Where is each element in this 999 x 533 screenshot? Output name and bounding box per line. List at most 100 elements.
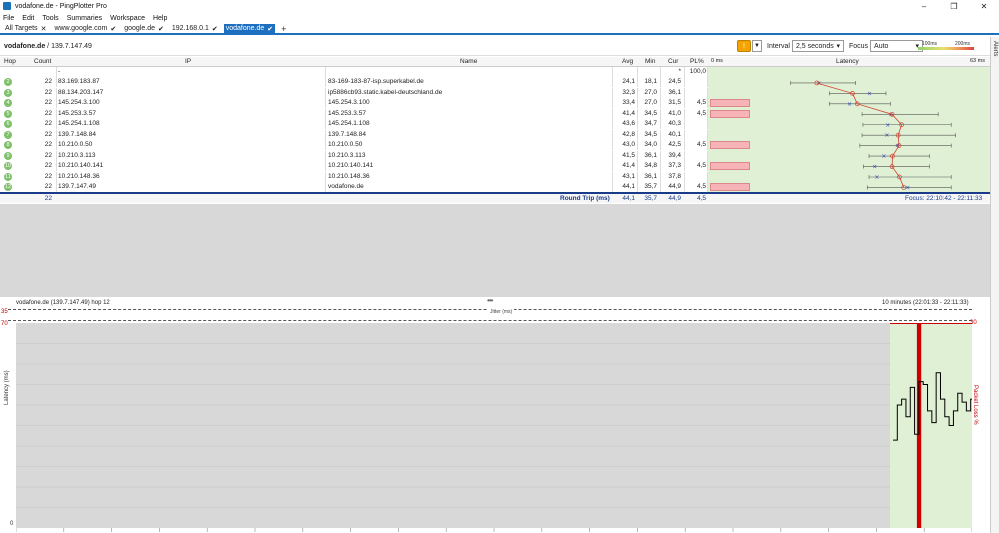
add-tab-button[interactable]: +	[281, 24, 286, 34]
menu-tools[interactable]: Tools	[42, 15, 58, 22]
column-divider	[56, 77, 57, 88]
column-divider	[637, 119, 638, 130]
menu-workspace[interactable]: Workspace	[110, 15, 145, 22]
hop-number: 11	[4, 172, 22, 181]
column-divider	[56, 67, 57, 77]
column-divider	[637, 140, 638, 151]
packet-loss-axis-title: Packet Loss %	[972, 385, 978, 425]
hop-number: 4	[4, 99, 22, 108]
column-divider	[56, 171, 57, 182]
latency-plot: ×××××××××××	[790, 80, 956, 191]
column-divider	[612, 77, 613, 88]
hop-ip: -	[58, 68, 61, 75]
column-divider	[660, 67, 661, 77]
menu-summaries[interactable]: Summaries	[67, 15, 102, 22]
column-divider	[660, 119, 661, 130]
column-divider	[325, 161, 326, 172]
pause-icon: !	[743, 42, 745, 50]
tab-label: google.de	[124, 25, 155, 32]
focus-select[interactable]: Auto▾	[870, 40, 924, 52]
column-divider	[684, 77, 685, 88]
hop-badge: 5	[4, 109, 12, 118]
table-header: Hop Count IP Name Avg Min Cur PL% 0 ms L…	[0, 57, 990, 67]
col-min[interactable]: Min	[645, 58, 655, 65]
close-button[interactable]: ✕	[969, 0, 999, 12]
hop-min: 27,0	[644, 88, 657, 96]
hop-avg: 43,6	[622, 120, 635, 128]
target-ip: / 139.7.147.49	[45, 42, 92, 50]
hop-cur: 24,5	[668, 78, 681, 86]
chevron-down-icon[interactable]: ▼	[752, 40, 762, 52]
summary-pl: 4,5	[696, 195, 706, 202]
focus-region	[890, 323, 972, 528]
column-divider	[325, 77, 326, 88]
column-divider	[637, 77, 638, 88]
hop-ip: 83.169.183.87	[58, 78, 100, 86]
summary-avg: 44,1	[622, 195, 635, 202]
column-divider	[660, 181, 661, 192]
hop-packet-loss: 4,5	[696, 99, 706, 107]
column-divider	[637, 67, 638, 77]
column-divider	[325, 140, 326, 151]
col-pl[interactable]: PL%	[690, 58, 704, 65]
hop-min: 35,7	[644, 182, 657, 190]
column-divider	[612, 171, 613, 182]
menu-edit[interactable]: Edit	[22, 15, 34, 22]
tab-google-de[interactable]: google.de ✔	[122, 24, 166, 34]
hop-number: 6	[4, 120, 22, 129]
interval-select[interactable]: 2,5 seconds ▾	[791, 40, 844, 52]
hop-count: 22	[44, 162, 52, 170]
hop-min: 27,0	[644, 99, 657, 107]
window-title: vodafone.de - PingPlotter Pro	[15, 2, 107, 10]
tab-label: 192.168.0.1	[171, 25, 209, 32]
col-ip[interactable]: IP	[185, 58, 191, 65]
hop-hostname: 145.253.3.57	[328, 109, 366, 117]
latency-axis-max: 70	[1, 321, 8, 327]
timeline-range[interactable]: 10 minutes (22:01:33 - 22:11:33)	[882, 300, 969, 306]
menu-help[interactable]: Help	[153, 15, 167, 22]
menu-file[interactable]: File	[3, 15, 14, 22]
target-tabs: All Targets ✕ www.google.com ✔ google.de…	[0, 23, 999, 35]
column-divider	[612, 98, 613, 109]
col-hop[interactable]: Hop	[4, 58, 22, 65]
tab-all-targets[interactable]: All Targets ✕	[3, 24, 48, 34]
col-latency[interactable]: Latency	[836, 58, 859, 65]
col-count[interactable]: Count	[34, 58, 51, 65]
alerts-panel-toggle[interactable]: Alerts	[990, 37, 999, 533]
hop-ip: 145.254.1.108	[58, 120, 100, 128]
hop-hostname: 10.210.3.113	[328, 151, 366, 159]
tab-label: vodafone.de	[225, 25, 265, 32]
col-avg[interactable]: Avg	[622, 58, 633, 65]
tab-192-168-0-1[interactable]: 192.168.0.1 ✔	[170, 24, 220, 34]
hop-number: 2	[4, 78, 22, 87]
column-divider	[637, 129, 638, 140]
hop-ip: 88.134.203.147	[58, 88, 104, 96]
interval-label: Interval	[767, 42, 790, 50]
minimize-button[interactable]: –	[909, 0, 939, 12]
hop-badge: 11	[4, 172, 12, 181]
col-cur[interactable]: Cur	[668, 58, 678, 65]
close-icon[interactable]: ✕	[41, 25, 47, 33]
column-divider	[325, 108, 326, 119]
maximize-button[interactable]: ❐	[939, 0, 969, 12]
timeline-graph[interactable]	[16, 323, 972, 528]
hop-cur: 41,0	[668, 109, 681, 117]
hop-cur: 39,4	[668, 151, 681, 159]
tab-vodafone-de[interactable]: vodafone.de ✔	[223, 23, 276, 34]
column-divider	[612, 87, 613, 98]
pause-button[interactable]: !	[737, 40, 751, 52]
column-divider	[56, 98, 57, 109]
col-name[interactable]: Name	[460, 58, 477, 65]
column-divider	[660, 161, 661, 172]
hop-number: 7	[4, 130, 22, 139]
column-divider	[660, 108, 661, 119]
hop-avg: 32,3	[622, 88, 635, 96]
column-divider	[325, 129, 326, 140]
column-divider	[56, 150, 57, 161]
tab-www-google-com[interactable]: www.google.com ✔	[52, 24, 118, 34]
column-divider	[325, 67, 326, 77]
column-divider	[684, 181, 685, 192]
hop-badge: 6	[4, 120, 12, 129]
column-divider	[325, 87, 326, 98]
column-divider	[612, 181, 613, 192]
